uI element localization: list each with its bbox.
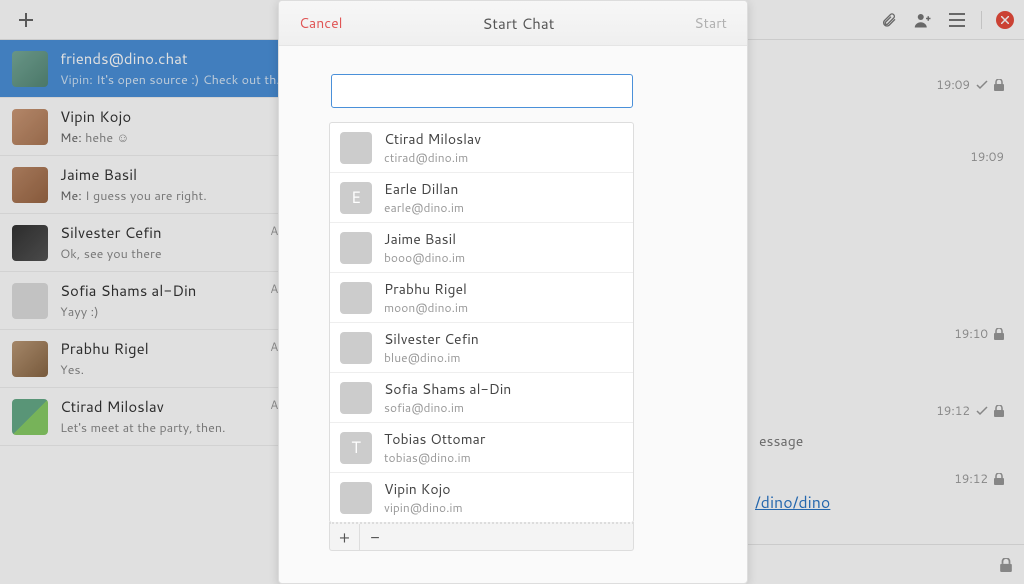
contact-item[interactable]: Prabhu Rigelmoon@dino.im — [330, 273, 633, 323]
contact-item[interactable]: Silvester Cefinblue@dino.im — [330, 323, 633, 373]
contact-jid: vipin@dino.im — [384, 499, 463, 516]
contact-name: Sofia Shams al-Din — [384, 379, 511, 399]
contact-jid: booo@dino.im — [384, 249, 465, 266]
contact-search-input[interactable] — [331, 74, 633, 108]
contact-list-footer: + − — [329, 522, 634, 551]
contact-jid: sofia@dino.im — [384, 399, 511, 416]
start-button[interactable]: Start — [694, 13, 727, 33]
contact-name: Silvester Cefin — [384, 329, 479, 349]
avatar — [340, 382, 372, 414]
avatar — [340, 282, 372, 314]
contact-item[interactable]: Jaime Basilbooo@dino.im — [330, 223, 633, 273]
cancel-button[interactable]: Cancel — [299, 13, 343, 33]
contact-item[interactable]: E Earle Dillanearle@dino.im — [330, 173, 633, 223]
contact-list: Ctirad Miloslavctirad@dino.im E Earle Di… — [329, 122, 634, 523]
dialog-header: Cancel Start Chat Start — [279, 1, 747, 46]
contact-item[interactable]: Vipin Kojovipin@dino.im — [330, 473, 633, 522]
avatar — [340, 132, 372, 164]
dialog-title: Start Chat — [482, 13, 554, 34]
contact-name: Tobias Ottomar — [384, 429, 485, 449]
contact-item[interactable]: Ctirad Miloslavctirad@dino.im — [330, 123, 633, 173]
avatar: T — [340, 432, 372, 464]
contact-name: Earle Dillan — [384, 179, 464, 199]
contact-jid: blue@dino.im — [384, 349, 479, 366]
contact-jid: moon@dino.im — [384, 299, 468, 316]
avatar: E — [340, 182, 372, 214]
contact-name: Vipin Kojo — [384, 479, 463, 499]
contact-jid: ctirad@dino.im — [384, 149, 481, 166]
contact-jid: earle@dino.im — [384, 199, 464, 216]
dialog-body: Ctirad Miloslavctirad@dino.im E Earle Di… — [279, 46, 747, 583]
contact-item[interactable]: Sofia Shams al-Dinsofia@dino.im — [330, 373, 633, 423]
contact-name: Prabhu Rigel — [384, 279, 468, 299]
avatar — [340, 232, 372, 264]
remove-contact-button[interactable]: − — [360, 524, 390, 550]
contact-name: Ctirad Miloslav — [384, 129, 481, 149]
contact-jid: tobias@dino.im — [384, 449, 485, 466]
contact-item[interactable]: T Tobias Ottomartobias@dino.im — [330, 423, 633, 473]
avatar — [340, 482, 372, 514]
add-contact-button[interactable]: + — [330, 524, 360, 550]
avatar — [340, 332, 372, 364]
contact-name: Jaime Basil — [384, 229, 465, 249]
start-chat-dialog: Cancel Start Chat Start Ctirad Miloslavc… — [278, 0, 748, 584]
